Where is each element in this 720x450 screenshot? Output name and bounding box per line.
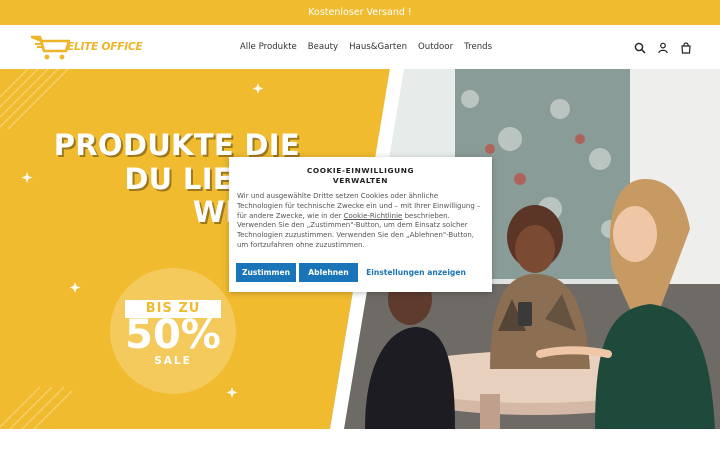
sale-word: SALE [154,355,192,367]
nav-item-outdoor[interactable]: Outdoor [418,42,453,52]
nav-item-alle-produkte[interactable]: Alle Produkte [240,42,297,52]
cookie-title: COOKIE-EINWILLIGUNG VERWALTEN [306,166,415,185]
sale-percent: 50% [125,312,221,358]
announcement-bar: Kostenloser Versand ! [0,0,720,25]
cookie-policy-link[interactable]: Cookie-Richtlinie [344,212,403,220]
cart-icon[interactable] [680,39,692,54]
nav-item-trends[interactable]: Trends [464,42,492,52]
accept-button[interactable]: Zustimmen [236,263,296,282]
account-icon[interactable] [657,39,669,54]
header-icons [634,39,692,54]
decline-button[interactable]: Ablehnen [299,263,358,282]
cookie-consent-dialog: COOKIE-EINWILLIGUNG VERWALTEN Wir und au… [229,157,492,292]
main-nav: Alle Produkte Beauty Haus&Garten Outdoor… [0,25,720,69]
settings-button[interactable]: Einstellungen anzeigen [361,263,471,282]
nav-item-haus-garten[interactable]: Haus&Garten [349,42,407,52]
nav-item-beauty[interactable]: Beauty [308,42,338,52]
page-content-start [0,429,720,450]
site-header: ELITE OFFICE Alle Produkte Beauty Haus&G… [0,25,720,69]
announcement-text: Kostenloser Versand ! [308,7,412,18]
cookie-description: Wir und ausgewählte Dritte setzen Cookie… [237,192,484,251]
cookie-actions: Zustimmen Ablehnen Einstellungen anzeige… [236,263,471,282]
search-icon[interactable] [634,39,646,54]
